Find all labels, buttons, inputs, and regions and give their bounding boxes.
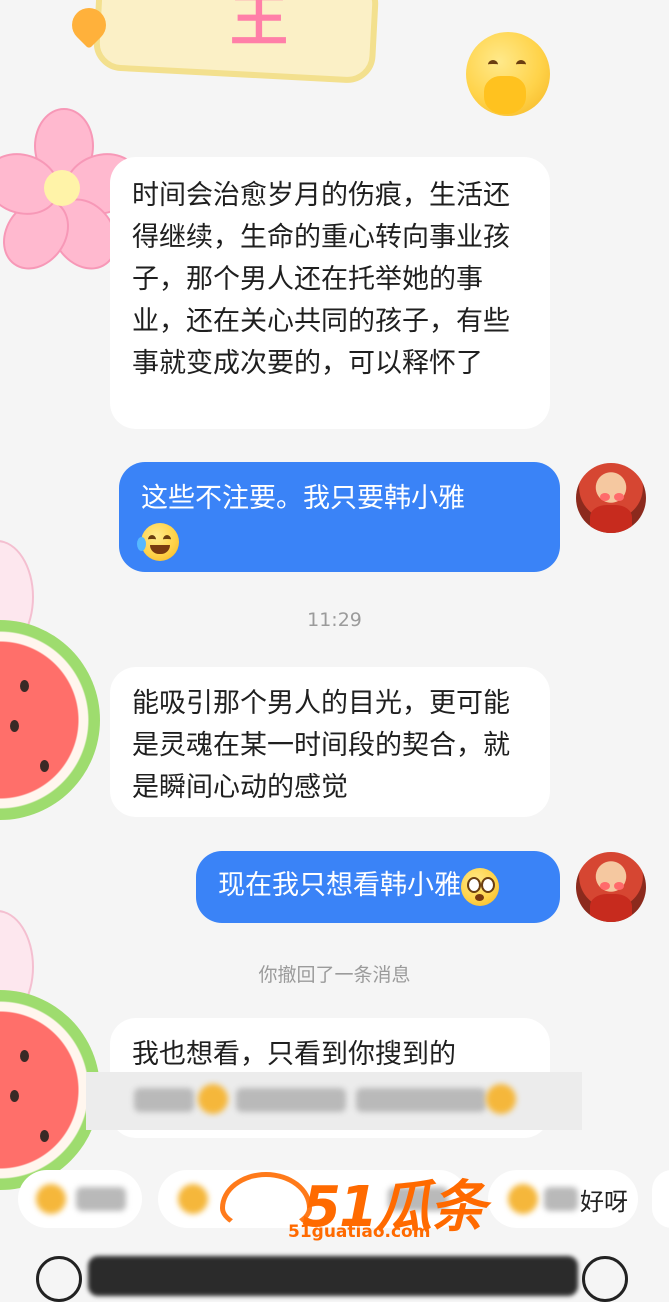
banner-sticker-glyph: 王 xyxy=(230,0,289,54)
timestamp: 11:29 xyxy=(307,609,362,631)
quick-reply-chip[interactable] xyxy=(18,1170,142,1228)
user-avatar[interactable] xyxy=(576,852,646,922)
blurred-content xyxy=(86,1072,582,1130)
hand-over-mouth-emoji xyxy=(466,32,550,116)
message-text: 我也想看，只看到你搜到的 xyxy=(132,1039,456,1070)
voice-icon[interactable] xyxy=(36,1256,82,1302)
recall-notice: 你撤回了一条消息 xyxy=(258,964,411,986)
message-text: 现在我只想看韩小雅 xyxy=(218,870,461,901)
crying-laughing-emoji xyxy=(137,522,179,561)
quick-reply-chip[interactable] xyxy=(652,1170,669,1228)
watermelon-bunny-sticker xyxy=(0,890,110,1190)
quick-reply-label: 好呀 xyxy=(580,1188,628,1216)
message-text: 时间会治愈岁月的伤痕，生活还得继续，生命的重心转向事业孩子，那个男人还在托举她的… xyxy=(132,180,510,379)
user-avatar[interactable] xyxy=(576,463,646,533)
message-bubble-sent[interactable]: 现在我只想看韩小雅 xyxy=(196,851,560,923)
pleading-emoji xyxy=(461,867,499,906)
message-bubble-sent[interactable]: 这些不注要。我只要韩小雅 xyxy=(119,462,560,572)
message-text: 能吸引那个男人的目光，更可能是灵魂在某一时间段的契合，就是瞬间心动的感觉 xyxy=(132,688,510,803)
message-bubble-received[interactable]: 时间会治愈岁月的伤痕，生活还得继续，生命的重心转向事业孩子，那个男人还在托举她的… xyxy=(110,157,550,429)
watermelon-bunny-sticker xyxy=(0,520,110,820)
message-bubble-received[interactable]: 能吸引那个男人的目光，更可能是灵魂在某一时间段的契合，就是瞬间心动的感觉 xyxy=(110,667,550,817)
emoji-icon[interactable] xyxy=(582,1256,628,1302)
watermark-url: 51guatiao.com xyxy=(288,1222,431,1242)
message-input[interactable] xyxy=(88,1256,578,1296)
message-text: 这些不注要。我只要韩小雅 xyxy=(141,483,465,514)
